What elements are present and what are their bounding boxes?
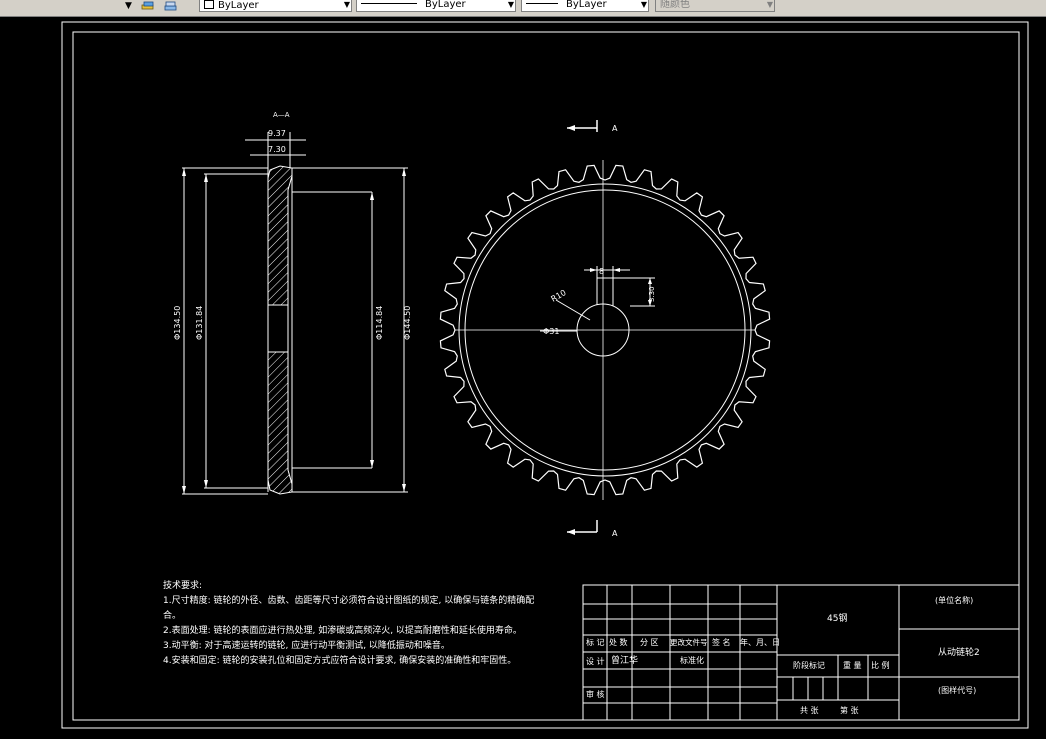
- color-value: ByLayer: [218, 0, 259, 11]
- scale-label: 比 例: [871, 661, 890, 670]
- notes-title: 技术要求:: [163, 581, 203, 591]
- dim-bore: Φ31: [543, 327, 559, 336]
- layer-states-icon[interactable]: [141, 0, 155, 12]
- dim-key-depth: 3.30: [648, 286, 656, 302]
- mark-label: 标 记: [586, 638, 605, 647]
- chevron-down-icon: ▼: [507, 0, 514, 9]
- dim-outer-dia: Φ134.50: [173, 306, 182, 340]
- sheet-inner-border: [72, 31, 1020, 721]
- linetype-value: ByLayer: [425, 0, 466, 10]
- stage-mark-label: 阶段标记: [793, 661, 825, 670]
- dim-pitch-dia: Φ131.84: [195, 306, 204, 340]
- sprocket-front-view: [439, 120, 771, 533]
- layer-previous-icon[interactable]: [164, 0, 178, 12]
- drawing-no-label: (图样代号): [938, 686, 977, 695]
- notes-line-5: 4.安装和固定: 链轮的安装孔位和固定方式应符合设计要求, 确保安装的准确性和牢…: [163, 656, 517, 666]
- chevron-down-icon: ▼: [640, 0, 647, 9]
- dim-max-dia: Φ144.50: [403, 306, 412, 340]
- section-title: A—A: [273, 111, 290, 119]
- design-label: 设 计: [586, 657, 605, 666]
- notes-line-1: 1.尺寸精度: 链轮的外径、齿数、齿距等尺寸必须符合设计图纸的规定, 以确保与链…: [163, 596, 535, 606]
- signature-label: 签 名: [712, 638, 731, 647]
- linetype-control-combo[interactable]: ByLayer ▼: [356, 0, 516, 12]
- keyway: [596, 277, 614, 306]
- plotstyle-control-combo[interactable]: 随颜色 ▼: [655, 0, 775, 12]
- notes-line-2: 合。: [163, 611, 182, 621]
- bore-section: [267, 304, 289, 353]
- count-label: 处 数: [609, 638, 628, 647]
- drawing-canvas[interactable]: A—A 9.37 7.30 Φ134.50 Φ131.84 Φ114.84 Φ1…: [0, 16, 1046, 739]
- part-name-label: 从动链轮2: [938, 648, 980, 658]
- zone-label: 分 区: [640, 638, 659, 647]
- section-mark-top: A: [612, 124, 618, 133]
- change-doc-label: 更改文件号: [670, 638, 708, 647]
- weight-label: 重 量: [843, 661, 862, 670]
- notes-line-3: 2.表面处理: 链轮的表面应进行热处理, 如渗碳或高频淬火, 以提高耐磨性和延长…: [163, 626, 522, 636]
- dim-hub-dia: Φ114.84: [375, 306, 384, 340]
- lineweight-control-combo[interactable]: ByLayer ▼: [521, 0, 649, 12]
- date-label: 年、月、日: [740, 638, 780, 647]
- designer-name: 曾江华: [611, 656, 639, 666]
- properties-toolbar: ▼ ByLayer ▼ ByLayer ▼ ByLayer ▼ 随颜色 ▼: [0, 0, 1046, 17]
- material-label: 45钢: [827, 614, 848, 624]
- chevron-down-icon: ▼: [343, 0, 350, 9]
- dim-7-30: 7.30: [268, 145, 286, 154]
- lineweight-value: ByLayer: [566, 0, 607, 10]
- company-label: (单位名称): [935, 596, 974, 605]
- lineweight-preview-icon: [526, 3, 558, 4]
- notes-line-4: 3.动平衡: 对于高速运转的链轮, 应进行动平衡测试, 以降低振动和噪音。: [163, 641, 450, 651]
- color-swatch-icon: [204, 0, 214, 9]
- dim-9-37: 9.37: [268, 129, 286, 138]
- linetype-preview-icon: [361, 3, 417, 4]
- review-label: 审 核: [586, 690, 605, 699]
- plotstyle-value: 随颜色: [660, 0, 690, 10]
- dim-key-width: 8: [599, 267, 604, 276]
- standardize-label: 标准化: [680, 656, 704, 665]
- dropdown-arrow-icon[interactable]: ▼: [125, 1, 132, 11]
- color-control-combo[interactable]: ByLayer ▼: [199, 0, 352, 12]
- chevron-down-icon: ▼: [766, 0, 773, 9]
- sheets-total-label: 共 张: [800, 706, 819, 715]
- section-mark-bottom: A: [612, 529, 618, 538]
- sheet-no-label: 第 张: [840, 706, 859, 715]
- sheet-outer-border: [61, 21, 1029, 729]
